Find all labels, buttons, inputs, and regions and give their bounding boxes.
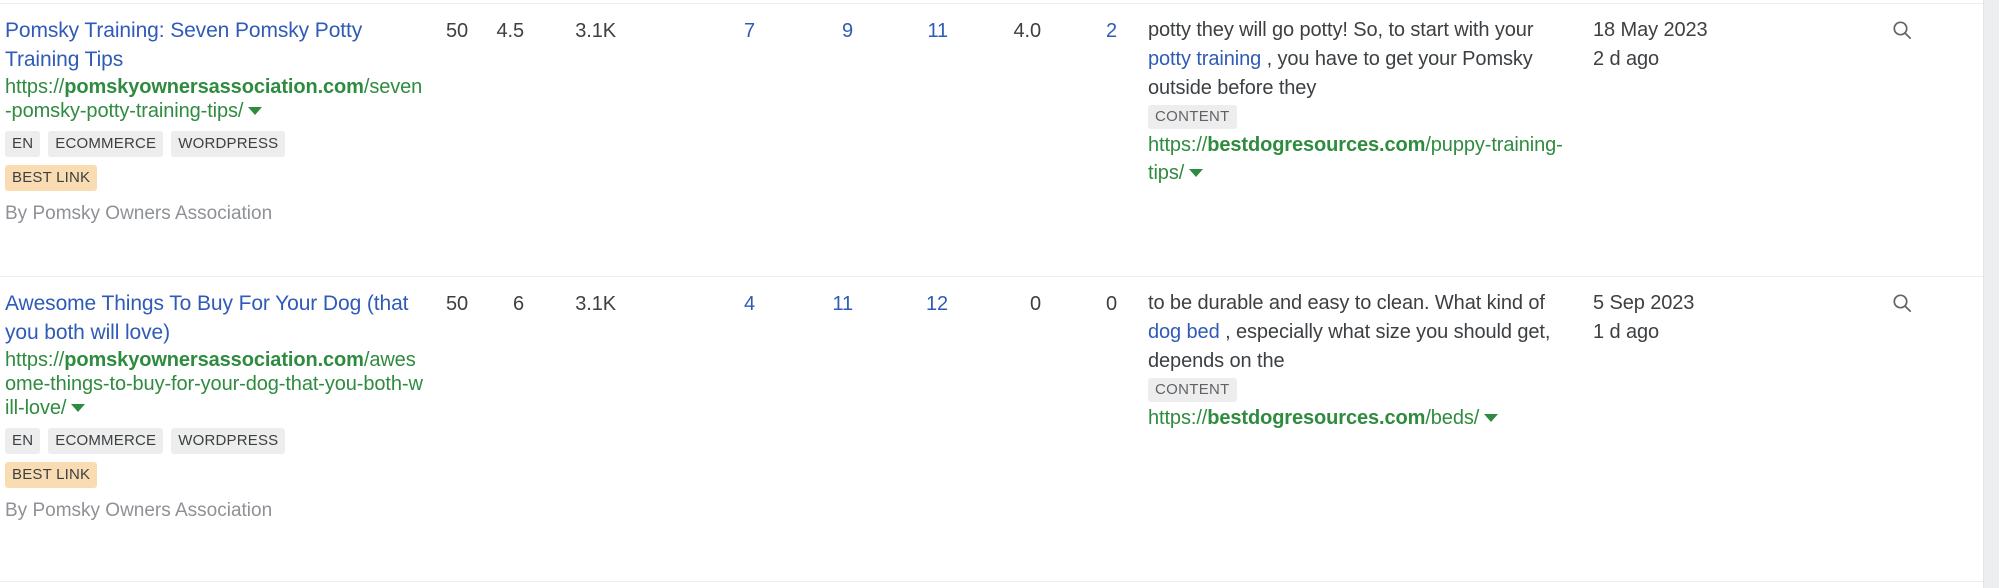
anchor-text-link[interactable]: dog bed [1148,321,1220,343]
anchor-text-before: potty they will go potty! So, to start w… [1148,19,1534,41]
best-link-badge-wrap: BEST LINK [5,165,345,191]
metric-external-links[interactable]: 12 [853,291,948,317]
referring-page-byline: By Pomsky Owners Association [5,203,273,224]
tag-chip: WORDPRESS [171,131,286,157]
table-row[interactable]: Awesome Things To Buy For Your Dog (that… [0,277,1983,582]
search-icon[interactable] [1890,291,1914,315]
backlinks-table-viewport: Pomsky Training: Seven Pomsky Potty Trai… [0,0,1999,588]
url-domain: bestdogresources.com [1207,134,1426,156]
referring-page-url[interactable]: https://pomskyownersassociation.com/awes… [5,348,425,420]
metric-traffic: 3.1K [575,293,616,315]
anchor-and-target-cell: potty they will go potty! So, to start w… [1148,16,1568,187]
best-link-badge-wrap: BEST LINK [5,462,345,488]
vertical-scrollbar-gutter[interactable] [1983,0,1999,588]
referring-page-tags: EN ECOMMERCE WORDPRESS [5,131,345,157]
metric-linked-pages[interactable]: 9 [755,18,853,44]
row-actions[interactable] [1890,291,1930,321]
referring-page-cell: Pomsky Training: Seven Pomsky Potty Trai… [5,16,425,225]
metric-url-rating: 6 [512,293,524,315]
metric-url-rating: 4.5 [496,20,524,42]
best-link-badge: BEST LINK [5,462,98,488]
anchor-and-target-cell: to be durable and easy to clean. What ki… [1148,289,1568,432]
best-link-badge: BEST LINK [5,165,98,191]
metric-keywords[interactable]: 7 [640,18,755,44]
referring-page-url[interactable]: https://pomskyownersassociation.com/seve… [5,75,425,123]
metric-referring-domains: 0 [1105,293,1117,315]
metric-referring-domains[interactable]: 2 [1041,18,1117,44]
first-seen-cell: 5 Sep 2023 1 d ago [1593,289,1823,347]
url-protocol: https:// [1148,407,1208,429]
url-protocol: https:// [5,349,65,371]
tag-chip: WORDPRESS [171,428,286,454]
last-check-ago: 1 d ago [1593,321,1660,343]
backlinks-table: Pomsky Training: Seven Pomsky Potty Trai… [0,0,1983,588]
first-seen-date: 5 Sep 2023 [1593,292,1695,314]
referring-page-byline: By Pomsky Owners Association [5,500,273,521]
metric-links-to-domain: 0 [1029,293,1041,315]
target-page-url[interactable]: https://bestdogresources.com/puppy-train… [1148,131,1568,187]
metric-linked-pages[interactable]: 11 [755,291,853,317]
referring-page-tags: EN ECOMMERCE WORDPRESS [5,428,345,454]
url-protocol: https:// [5,76,65,98]
url-domain: pomskyownersassociation.com [64,349,364,371]
chevron-down-icon[interactable] [71,404,86,412]
metric-traffic: 3.1K [575,20,616,42]
chevron-down-icon[interactable] [1484,414,1499,422]
anchor-context-text: potty they will go potty! So, to start w… [1148,16,1568,103]
tag-chip: EN [5,428,41,454]
metric-links-to-domain: 4.0 [1013,20,1041,42]
last-check-ago: 2 d ago [1593,48,1660,70]
anchor-text-link[interactable]: potty training [1148,48,1261,70]
anchor-text-before: to be durable and easy to clean. What ki… [1148,292,1545,314]
table-row[interactable]: Pomsky Training: Seven Pomsky Potty Trai… [0,4,1983,277]
tag-chip: EN [5,131,41,157]
chevron-down-icon[interactable] [1189,169,1204,177]
anchor-placement-tag: CONTENT [1148,378,1237,402]
metric-domain-rating: 50 [445,293,468,315]
tag-chip: ECOMMERCE [48,131,164,157]
metric-external-links[interactable]: 11 [853,18,948,44]
url-domain: pomskyownersassociation.com [64,76,364,98]
url-protocol: https:// [1148,134,1208,156]
chevron-down-icon[interactable] [248,107,263,115]
referring-page-title-link[interactable]: Awesome Things To Buy For Your Dog (that… [5,289,425,347]
target-page-url[interactable]: https://bestdogresources.com/beds/ [1148,404,1568,432]
anchor-placement-tag: CONTENT [1148,105,1237,129]
referring-page-cell: Awesome Things To Buy For Your Dog (that… [5,289,425,522]
tag-chip: ECOMMERCE [48,428,164,454]
referring-page-title-link[interactable]: Pomsky Training: Seven Pomsky Potty Trai… [5,16,425,74]
row-actions[interactable] [1890,18,1930,48]
anchor-context-text: to be durable and easy to clean. What ki… [1148,289,1568,376]
first-seen-cell: 18 May 2023 2 d ago [1593,16,1823,74]
search-icon[interactable] [1890,18,1914,42]
first-seen-date: 18 May 2023 [1593,19,1708,41]
metric-domain-rating: 50 [445,20,468,42]
metric-keywords[interactable]: 4 [640,291,755,317]
url-domain: bestdogresources.com [1207,407,1426,429]
url-path: /beds/ [1425,407,1480,429]
